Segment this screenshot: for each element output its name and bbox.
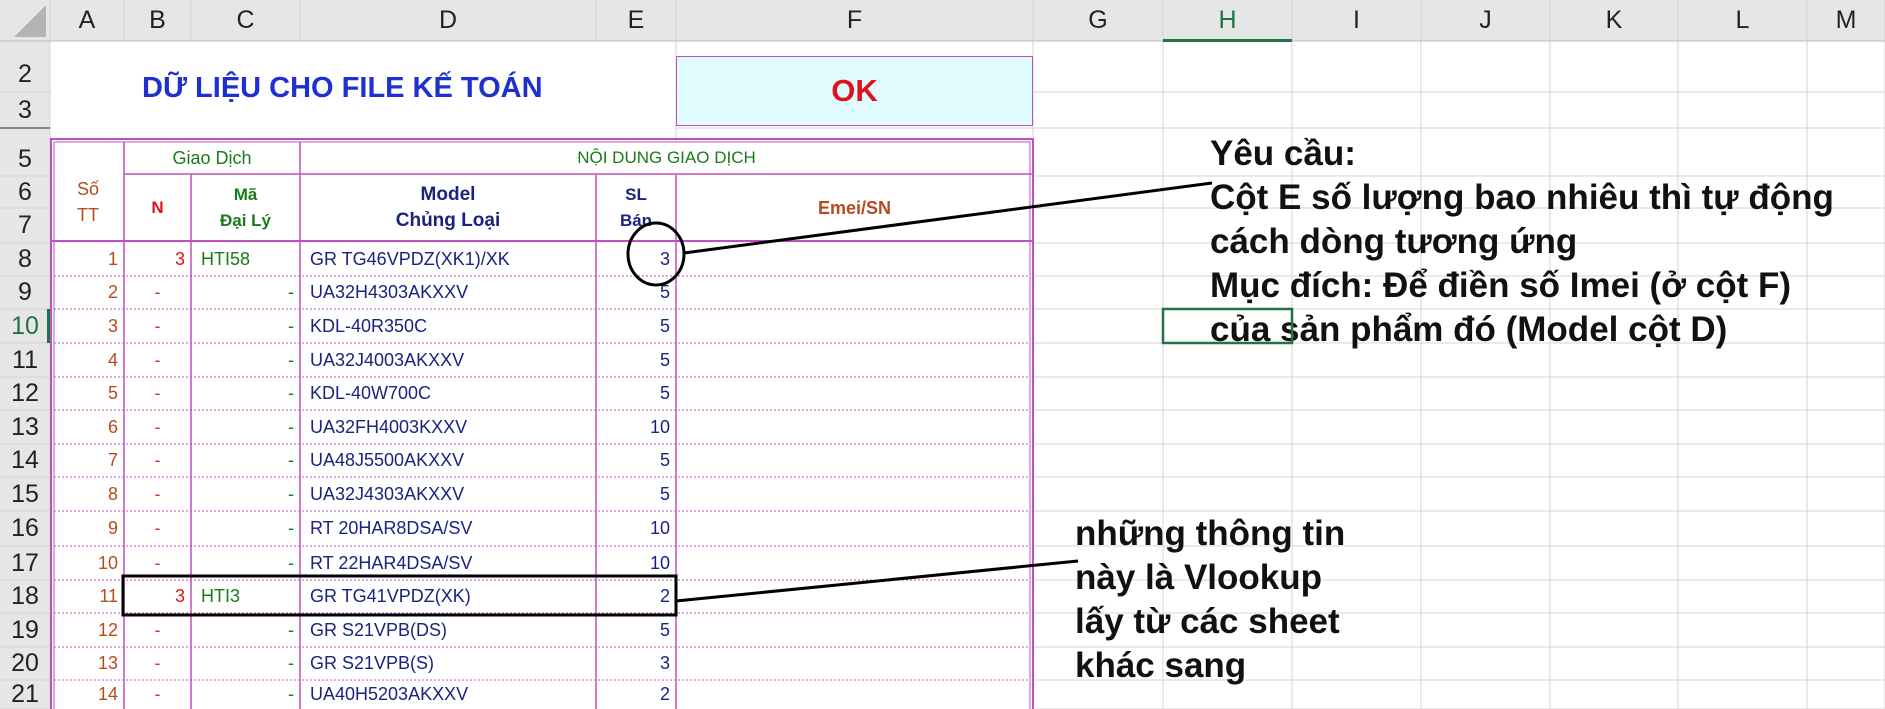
spreadsheet[interactable]: ABCDEFGHIJKLM 2 3 5 6 7 8 9 10 11 12 13 14 15 16 17 18 1… xyxy=(0,0,1885,709)
vlookup-arrow-line xyxy=(675,559,1079,603)
row-11-highlight-box xyxy=(121,574,678,617)
requirement-arrow-line xyxy=(683,181,1213,255)
selected-cell-h10 xyxy=(1161,307,1294,345)
sl-circle-annotation xyxy=(626,221,686,287)
annotation-overlay xyxy=(121,181,1294,617)
